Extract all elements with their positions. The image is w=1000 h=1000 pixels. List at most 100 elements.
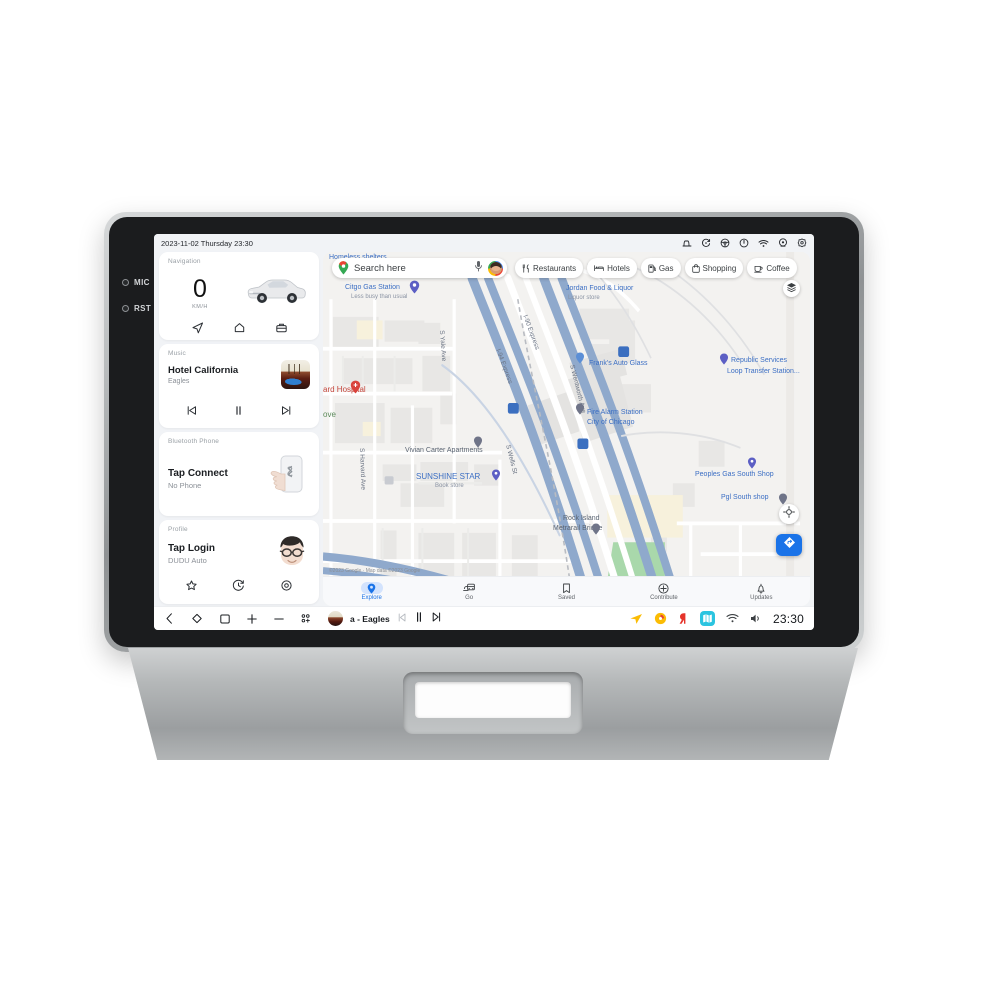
back-icon[interactable] (164, 612, 175, 625)
home-icon[interactable] (233, 321, 246, 334)
hw-button-rst[interactable]: RST (122, 304, 151, 313)
map-pin-sunshine-star[interactable] (491, 468, 501, 486)
left-widget-column: Navigation 0 KM/H Music Hotel California… (159, 252, 319, 606)
speed-value: 0 (193, 274, 207, 303)
music-app-icon[interactable] (654, 612, 667, 625)
speaker-icon[interactable] (750, 613, 762, 624)
next-icon[interactable] (431, 610, 442, 628)
music-card[interactable]: Music Hotel California Eagles (159, 344, 319, 428)
map-label: Peoples Gas South Shop (695, 471, 774, 478)
map-label: City of Chicago (587, 419, 635, 426)
navigation-card[interactable]: Navigation 0 KM/H (159, 252, 319, 340)
map-pin-peoples-gas[interactable] (747, 456, 757, 474)
steering-wheel-icon[interactable] (720, 238, 730, 248)
hand-holding-phone-illustration (266, 452, 310, 505)
history-icon[interactable] (232, 579, 245, 597)
chip-restaurants[interactable]: Restaurants (515, 258, 584, 278)
settings-gear-icon[interactable] (280, 579, 293, 597)
map-app-icon[interactable] (699, 611, 715, 626)
previous-track-icon[interactable] (185, 404, 198, 422)
bookmark-icon (556, 582, 578, 594)
map-pin-citgo[interactable] (409, 280, 420, 299)
profile-card[interactable]: Profile Tap Login DUDU Auto (159, 520, 319, 604)
dashboard-slot-opening (415, 682, 571, 718)
chip-shopping[interactable]: Shopping (684, 258, 744, 278)
navigation-arrow-icon[interactable] (629, 612, 643, 625)
location-icon[interactable] (778, 238, 788, 248)
volume-down-icon[interactable] (273, 613, 285, 625)
map-nav-label: Updates (750, 595, 773, 601)
account-avatar[interactable] (488, 260, 503, 276)
system-clock: 23:30 (772, 611, 804, 626)
map-label: Liquor store (568, 295, 600, 301)
map-pin-fire-alarm[interactable] (575, 402, 585, 420)
explore-pin-icon (360, 582, 383, 594)
wifi-icon[interactable] (758, 239, 769, 248)
system-navigation-bar: a - Eagles 23:30 (154, 606, 814, 630)
contribute-plus-icon (653, 582, 675, 594)
timer-icon[interactable] (701, 238, 711, 248)
map-panel[interactable]: Homeless shelters Citgo Gas Station Less… (323, 252, 810, 606)
map-label: Fire Alarm Station (587, 409, 643, 416)
apps-grid-icon[interactable] (300, 613, 312, 625)
profile-card-actions (168, 579, 310, 600)
power-icon[interactable] (739, 238, 749, 248)
profile-title: Tap Login (168, 542, 216, 554)
recents-square-icon[interactable] (219, 613, 231, 625)
navigate-arrow-icon[interactable] (191, 321, 204, 334)
pause-icon[interactable] (232, 404, 245, 422)
map-attribution: ©2023 Google · Map data ©2023 Google (329, 568, 421, 574)
map-label: Less busy than usual (351, 294, 408, 300)
search-input[interactable]: Search here (354, 263, 469, 274)
chip-gas[interactable]: Gas (640, 258, 681, 278)
chip-label: Restaurants (533, 263, 577, 273)
hw-button-mic-label: MIC (134, 278, 150, 287)
map-pin-vivian-carter[interactable] (473, 435, 483, 453)
hw-button-mic[interactable]: MIC (122, 278, 150, 287)
star-icon[interactable] (185, 579, 198, 597)
bluetooth-phone-card[interactable]: Bluetooth Phone Tap Connect No Phone (159, 432, 319, 516)
car-seat-icon[interactable] (682, 239, 692, 248)
map-nav-contribute[interactable]: Contribute (615, 582, 712, 601)
map-nav-updates[interactable]: Updates (713, 582, 810, 601)
map-pin-hospital[interactable] (350, 380, 361, 399)
profile-card-label: Profile (168, 526, 188, 533)
system-media-widget[interactable]: a - Eagles (328, 610, 442, 628)
avatar (274, 534, 310, 573)
map-pin-metra-bridge[interactable] (591, 522, 601, 540)
previous-icon[interactable] (397, 610, 407, 628)
wifi-icon[interactable] (726, 613, 739, 624)
system-nav-buttons (164, 612, 312, 625)
pause-icon[interactable] (414, 610, 424, 628)
profile-card-body: Tap Login DUDU Auto (168, 534, 310, 573)
touchscreen[interactable]: 2023-11-02 Thursday 23:30 Navigation 0 K… (154, 234, 814, 630)
home-diamond-icon[interactable] (190, 612, 204, 625)
chip-coffee[interactable]: Coffee (747, 258, 797, 278)
map-nav-explore[interactable]: Explore (323, 582, 420, 601)
map-pin-auto-glass[interactable] (575, 351, 585, 369)
volume-up-icon[interactable] (246, 613, 258, 625)
map-search-bar[interactable]: Search here (332, 258, 507, 278)
map-nav-saved[interactable]: Saved (518, 582, 615, 601)
next-track-icon[interactable] (280, 404, 293, 422)
chip-hotels[interactable]: Hotels (587, 258, 637, 278)
map-label: Pgl South shop (721, 494, 769, 501)
coffee-cup-icon (754, 264, 763, 273)
map-nav-go[interactable]: Go (420, 582, 517, 601)
microphone-icon[interactable] (474, 259, 483, 277)
yandex-icon[interactable] (678, 612, 689, 625)
settings-icon[interactable] (797, 238, 807, 248)
go-commute-icon (458, 582, 480, 594)
map-layers-button[interactable] (783, 280, 800, 297)
map-pin-republic-services[interactable] (719, 352, 729, 370)
profile-text: Tap Login DUDU Auto (168, 543, 215, 565)
gas-pump-icon (648, 264, 656, 273)
map-recenter-button[interactable] (779, 504, 799, 524)
dashboard-storage-slot (403, 672, 583, 734)
work-briefcase-icon[interactable] (275, 321, 288, 334)
chip-label: Gas (658, 263, 674, 273)
dashboard-trim-panel (128, 648, 858, 760)
main-content: Navigation 0 KM/H Music Hotel California… (154, 252, 814, 606)
map-nav-label: Explore (361, 595, 382, 601)
map-directions-button[interactable] (776, 534, 802, 556)
